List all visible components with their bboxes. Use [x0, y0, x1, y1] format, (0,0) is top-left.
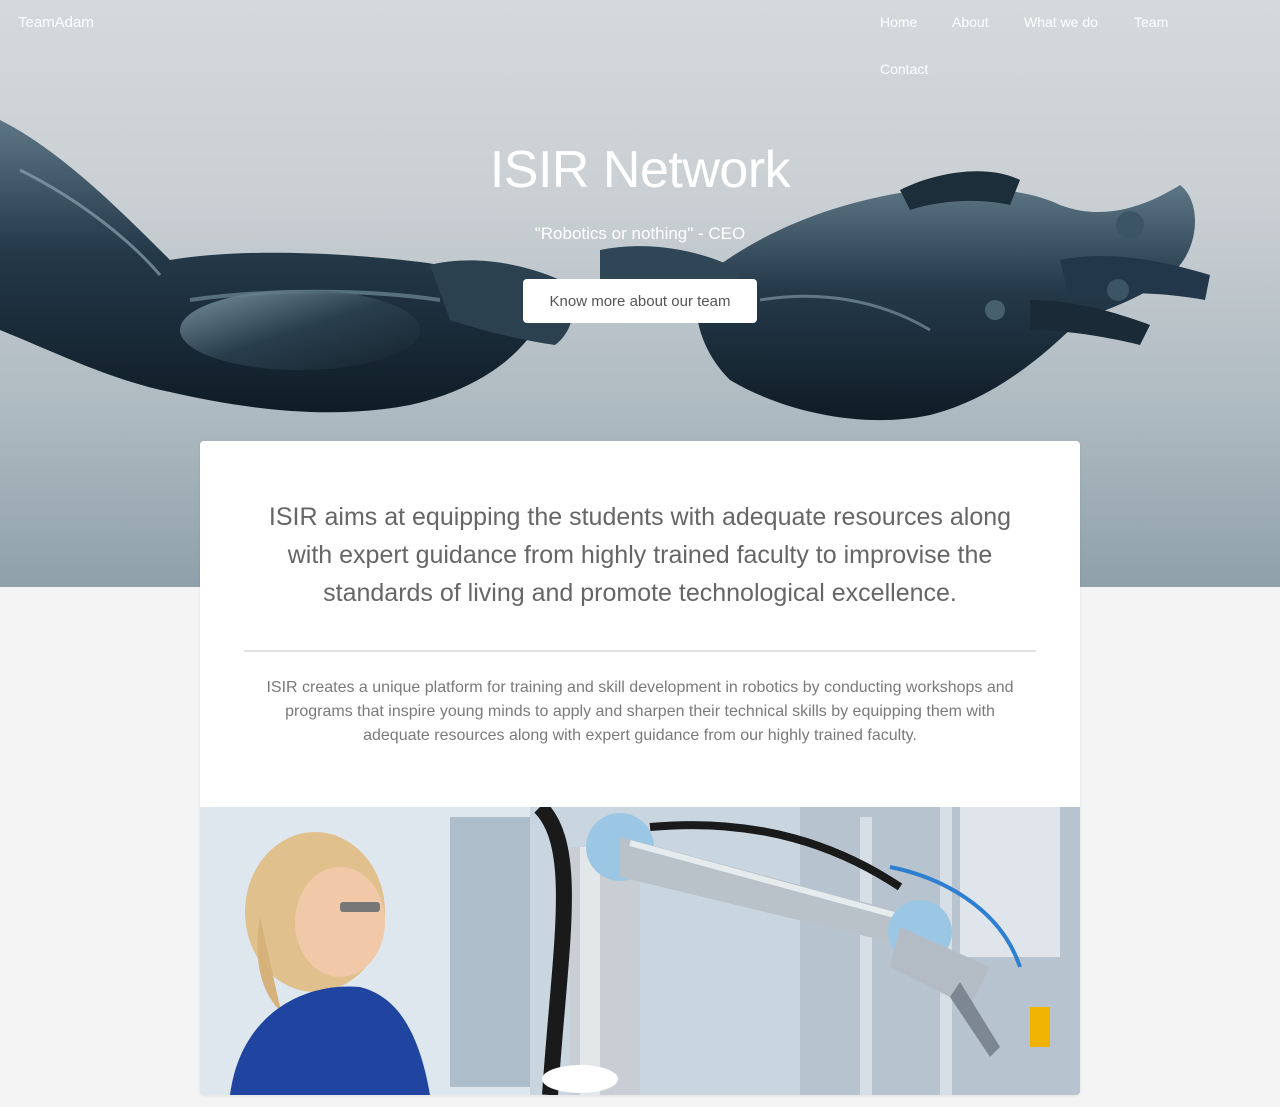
divider [244, 650, 1036, 652]
nav-home[interactable]: Home [880, 8, 917, 36]
know-more-button[interactable]: Know more about our team [523, 279, 757, 323]
nav-what-we-do[interactable]: What we do [1024, 8, 1098, 36]
about-description: ISIR creates a unique platform for train… [266, 679, 1014, 744]
brand-logo[interactable]: TeamAdam [18, 14, 94, 31]
nav-team[interactable]: Team [1134, 8, 1168, 36]
robot-lab-photo [200, 807, 1080, 1095]
hero-quote: "Robotics or nothing" - CEO [534, 224, 746, 243]
lead-statement: ISIR aims at equipping the students with… [268, 503, 1012, 607]
nav-about[interactable]: About [952, 8, 989, 36]
nav-contact[interactable]: Contact [880, 55, 928, 83]
about-card: ISIR aims at equipping the students with… [200, 441, 1080, 1095]
hero-title: ISIR Network [489, 141, 791, 199]
